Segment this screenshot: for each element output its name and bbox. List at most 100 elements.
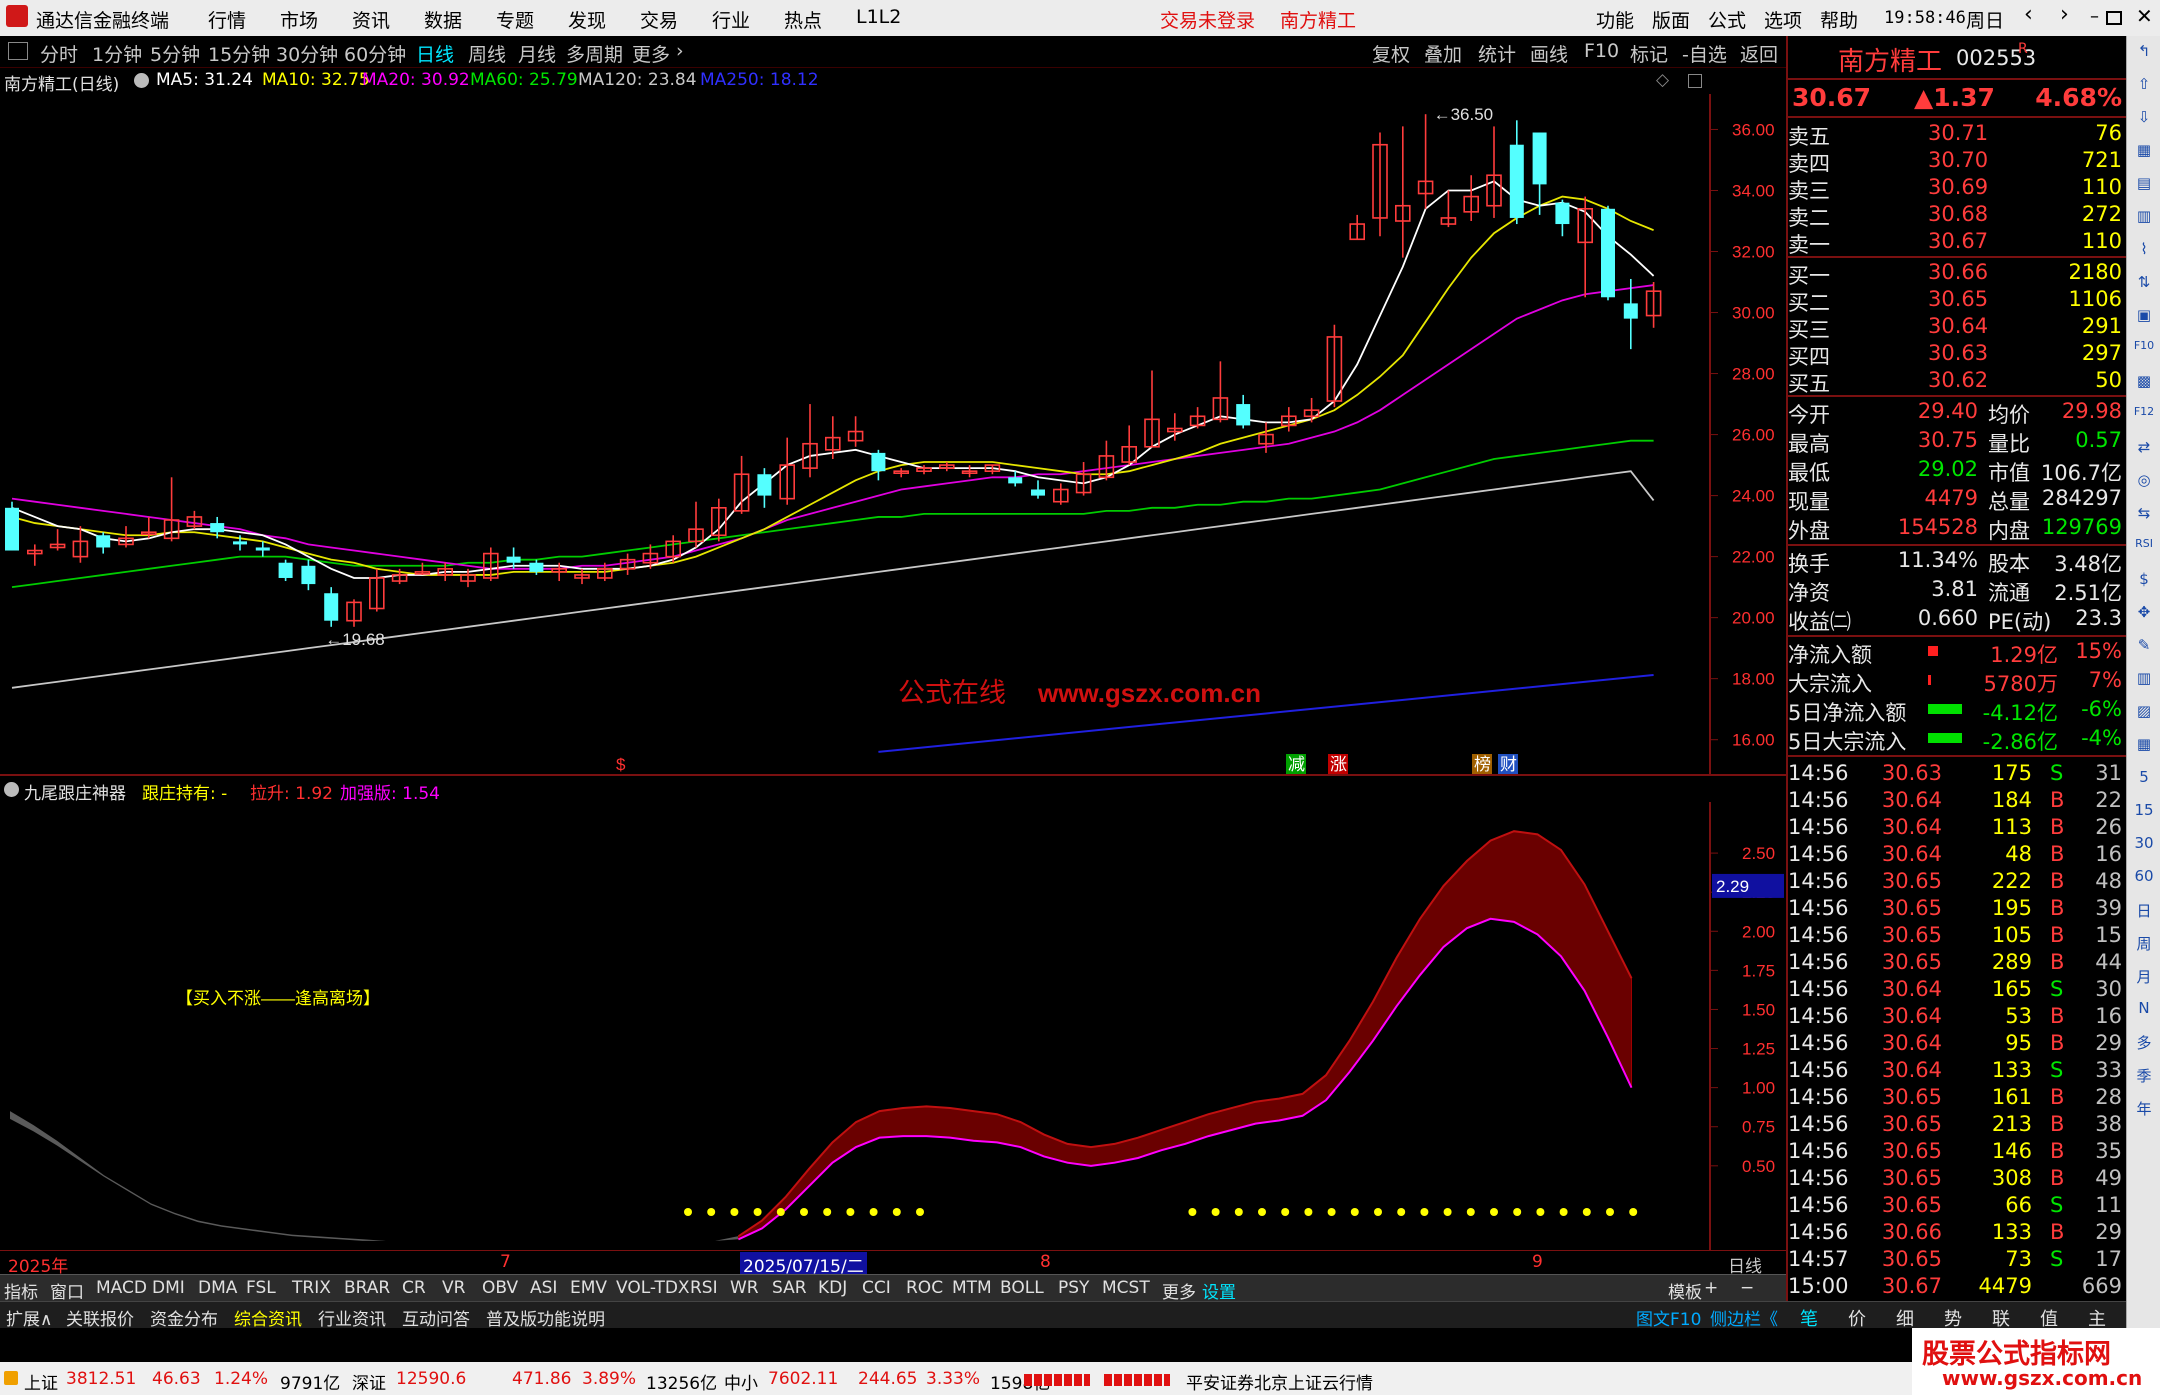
sidebar-tool-icon[interactable]: 30 [2131,834,2157,852]
sidebar-tool-icon[interactable]: ▥ [2131,207,2157,225]
login-status[interactable]: 交易未登录 [1160,6,1255,33]
indicator-tab[interactable]: BOLL [1000,1278,1044,1298]
sidebar-tool-icon[interactable]: ▣ [2131,306,2157,324]
sidebar-tool-icon[interactable]: 多 [2131,1032,2157,1053]
sz-label[interactable]: 深证 [352,1369,386,1394]
menu-market[interactable]: 市场 [280,6,318,33]
tool-watchlist[interactable]: -自选 [1682,40,1727,67]
candlestick-chart[interactable]: 16.00 18.00 20.00 22.00 24.00 26.00 28.00 30.00… [0,94,1786,776]
indicator-tab[interactable]: 指标 [4,1278,38,1303]
indicator-tab[interactable]: OBV [482,1278,518,1298]
period-tab-active[interactable]: 日线 [416,40,454,67]
menu-topic[interactable]: 专题 [496,6,534,33]
close-icon[interactable]: ✕ [2136,4,2153,28]
sh-label[interactable]: 上证 [24,1369,58,1394]
sidebar-tool-icon[interactable]: 月 [2131,966,2157,987]
menu-options[interactable]: 选项 [1764,6,1802,33]
sidebar-tool-icon[interactable]: ✎ [2131,636,2157,654]
diamond-icon[interactable]: ◇ [1656,70,1669,90]
sidebar-tool-icon[interactable]: ↰ [2131,42,2157,60]
indicator-chart[interactable]: 2.502.252.001.751.501.251.000.750.502.29… [0,802,1786,1250]
sidebar-tool-icon[interactable]: RSI [2131,537,2157,550]
indicator-tab[interactable]: VOL-TDX [616,1278,690,1298]
settings-dot-icon[interactable] [4,782,19,797]
tool-stats[interactable]: 统计 [1478,40,1516,67]
settings-dot-icon[interactable] [134,73,149,88]
sidebar-tool-icon[interactable]: ⇧ [2131,75,2157,93]
sidebar-tool-icon[interactable]: F12 [2131,405,2157,418]
sidebar-tool-icon[interactable]: ▤ [2131,174,2157,192]
sidebar-tool-icon[interactable]: $ [2131,570,2157,588]
indicator-tab[interactable]: SAR [772,1278,807,1298]
sidebar-tool-icon[interactable]: ◎ [2131,471,2157,489]
sidebar-tool-icon[interactable]: 日 [2131,900,2157,921]
menu-hot[interactable]: 热点 [784,6,822,33]
tool-draw[interactable]: 画线 [1530,40,1568,67]
sidebar-tool-icon[interactable]: ▦ [2131,735,2157,753]
period-tab[interactable]: 5分钟 [150,40,200,67]
fund-distribution-tab[interactable]: 资金分布 [150,1305,218,1330]
indicator-tab[interactable]: DMI [152,1278,185,1298]
indicator-tab[interactable]: 模板 [1668,1278,1702,1303]
indicator-tab[interactable]: KDJ [818,1278,847,1298]
indicator-tab[interactable]: TRIX [292,1278,331,1298]
sidebar-tool-icon[interactable]: ⇄ [2131,438,2157,456]
menu-help[interactable]: 帮助 [1820,6,1858,33]
period-tab[interactable]: 30分钟 [276,40,338,67]
tool-rights[interactable]: 复权 [1372,40,1410,67]
sidebar-tool-icon[interactable]: N [2131,999,2157,1017]
sidebar-tool-icon[interactable]: 60 [2131,867,2157,885]
tool-f10[interactable]: F10 [1584,40,1619,62]
alert-icon[interactable] [4,1371,18,1385]
indicator-tab[interactable]: MTM [952,1278,992,1298]
period-more[interactable]: 更多 [632,40,670,67]
panel-toggle-icon[interactable] [8,42,28,60]
minimize-icon[interactable]: – [2090,6,2099,27]
period-tab[interactable]: 1分钟 [92,40,142,67]
menu-formula[interactable]: 公式 [1708,6,1746,33]
sidebar-tool-icon[interactable]: ▨ [2131,702,2157,720]
indicator-tab[interactable]: MACD [96,1278,147,1298]
indicator-tab[interactable]: ASI [530,1278,557,1298]
tool-back[interactable]: 返回 [1740,40,1778,67]
related-quote-tab[interactable]: 关联报价 [66,1305,134,1330]
zx-label[interactable]: 中小 [724,1369,758,1394]
indicator-tab[interactable]: PSY [1058,1278,1089,1298]
sidebar-tool-icon[interactable]: 季 [2131,1065,2157,1086]
sidebar-tool-icon[interactable]: ✥ [2131,603,2157,621]
menu-l1l2[interactable]: L1L2 [856,6,901,28]
restore-icon[interactable] [2106,11,2122,25]
back-arrow-icon[interactable]: ‹ [2024,2,2033,27]
indicator-tab[interactable]: − [1740,1278,1754,1298]
menu-layout[interactable]: 版面 [1652,6,1690,33]
menu-function[interactable]: 功能 [1596,6,1634,33]
indicator-tab[interactable]: + [1704,1278,1718,1298]
menu-market-quote[interactable]: 行情 [208,6,246,33]
indicator-tab[interactable]: ROC [906,1278,943,1298]
feature-note-tab[interactable]: 普及版功能说明 [486,1305,605,1330]
sidebar-tool-icon[interactable]: ⌇ [2131,240,2157,258]
indicator-tab[interactable]: CR [402,1278,426,1298]
indicator-tab[interactable]: FSL [246,1278,276,1298]
industry-news-tab[interactable]: 行业资讯 [318,1305,386,1330]
menu-news[interactable]: 资讯 [352,6,390,33]
tool-overlay[interactable]: 叠加 [1424,40,1462,67]
period-tab[interactable]: 多周期 [566,40,623,67]
sidebar-tool-icon[interactable]: ⇅ [2131,273,2157,291]
indicator-tab[interactable]: RSI [690,1278,718,1298]
sidebar-tool-icon[interactable]: ▦ [2131,141,2157,159]
indicator-tab[interactable]: 设置 [1202,1278,1236,1303]
tool-mark[interactable]: 标记 [1630,40,1668,67]
period-tab[interactable]: 分时 [40,40,78,67]
sidebar-tool-icon[interactable]: ⇆ [2131,504,2157,522]
sidebar-tool-icon[interactable]: ▥ [2131,669,2157,687]
period-tab[interactable]: 60分钟 [344,40,406,67]
indicator-tab[interactable]: 窗口 [50,1278,84,1303]
indicator-tab[interactable]: DMA [198,1278,237,1298]
menu-trade[interactable]: 交易 [640,6,678,33]
indicator-tab[interactable]: 更多 [1162,1278,1196,1303]
sidebar-tool-icon[interactable]: 年 [2131,1098,2157,1119]
sidebar-tool-icon[interactable]: 周 [2131,933,2157,954]
sidebar-tool-icon[interactable]: F10 [2131,339,2157,352]
period-tab[interactable]: 15分钟 [208,40,270,67]
